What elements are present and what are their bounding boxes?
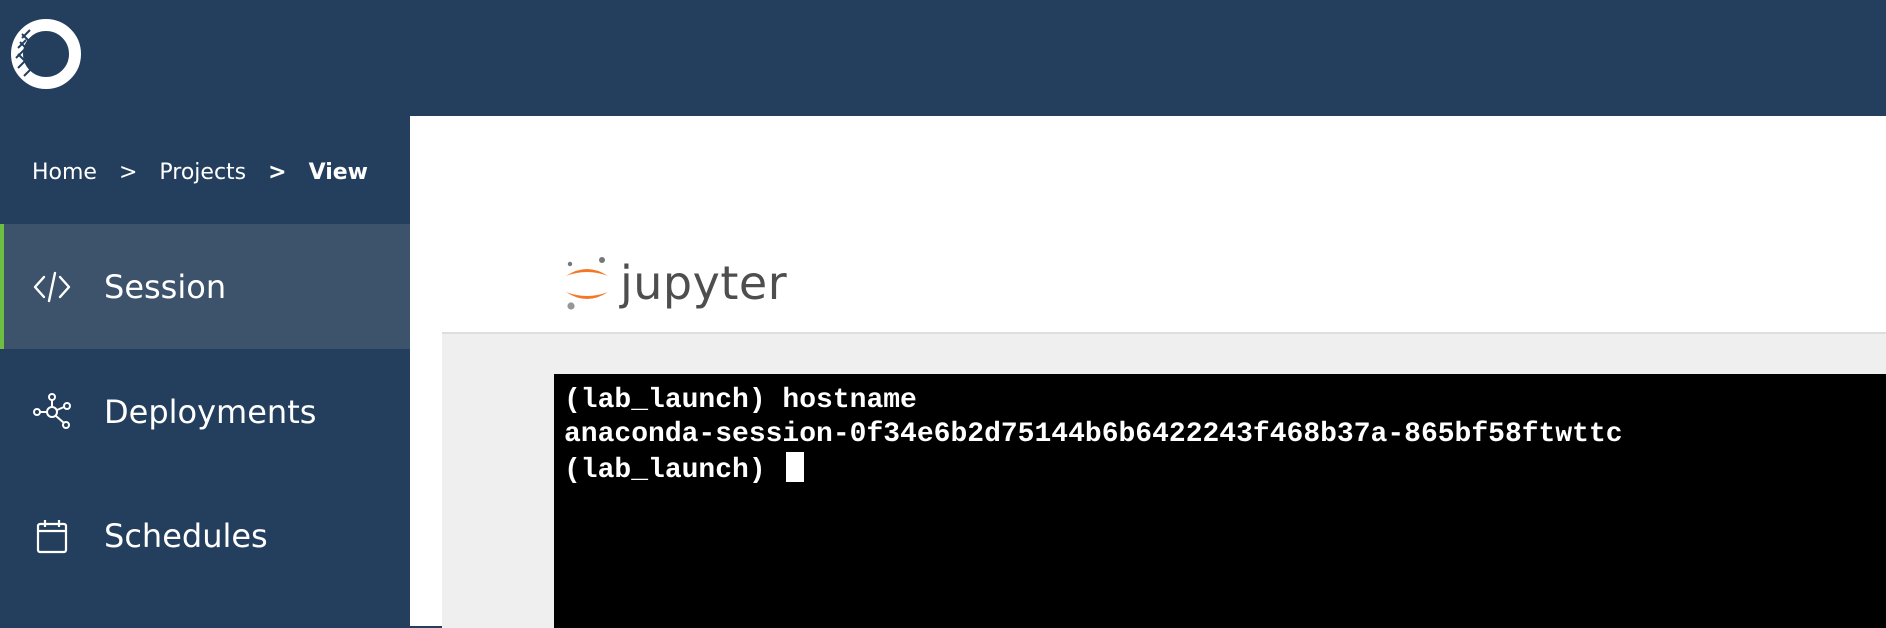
anaconda-logo-icon[interactable] [8, 16, 84, 92]
breadcrumb-separator: > [268, 159, 287, 185]
sidebar-item-schedules[interactable]: Schedules [0, 473, 410, 598]
network-icon [30, 390, 74, 434]
terminal-cursor [786, 452, 805, 482]
terminal-line: (lab_launch) hostname [564, 385, 917, 416]
sidebar-item-deployments[interactable]: Deployments [0, 349, 410, 474]
main-content: jupyter (lab_launch) hostname anaconda-s… [410, 116, 1886, 628]
sidebar-item-session[interactable]: Session [0, 224, 410, 349]
sidebar: Home > Projects > View Session Deploymen… [0, 116, 410, 626]
top-bar [0, 0, 1886, 116]
sidebar-item-label: Deployments [104, 392, 317, 431]
sidebar-item-label: Schedules [104, 516, 268, 555]
jupyter-wordmark: jupyter [620, 256, 788, 310]
terminal-prompt-line: (lab_launch) [564, 452, 1876, 488]
breadcrumb-separator: > [118, 159, 138, 185]
terminal-prompt: (lab_launch) [564, 455, 783, 486]
breadcrumb-home[interactable]: Home [32, 160, 97, 185]
calendar-icon [30, 514, 74, 558]
code-icon [30, 265, 74, 309]
jupyter-icon [566, 257, 608, 310]
sidebar-item-label: Session [104, 267, 227, 306]
terminal-line: anaconda-session-0f34e6b2d75144b6b642224… [564, 419, 1623, 450]
jupyter-logo[interactable]: jupyter [562, 252, 787, 314]
breadcrumb: Home > Projects > View [32, 154, 368, 190]
terminal-panel: (lab_launch) hostname anaconda-session-0… [442, 332, 1886, 628]
breadcrumb-projects[interactable]: Projects [159, 160, 246, 185]
terminal[interactable]: (lab_launch) hostname anaconda-session-0… [554, 374, 1886, 628]
breadcrumb-current: View [308, 159, 369, 185]
